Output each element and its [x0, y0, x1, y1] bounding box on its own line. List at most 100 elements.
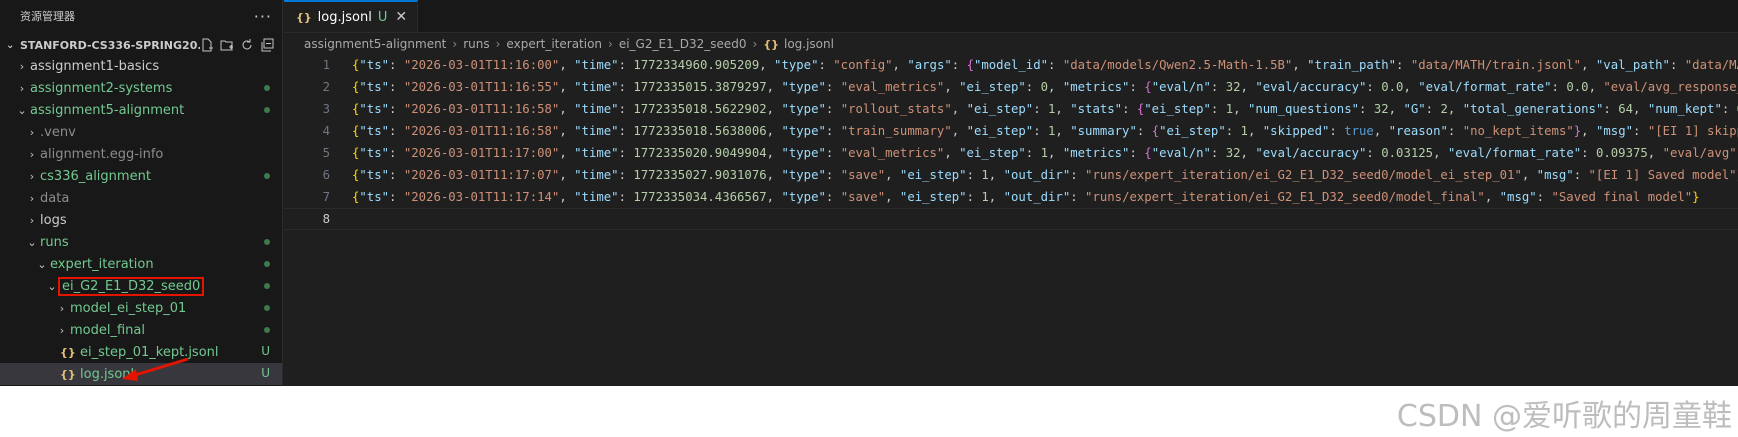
code-line[interactable]: 1 {"ts": "2026-03-01T11:16:00", "time": 1… — [284, 54, 1738, 76]
modified-dot-icon — [264, 85, 270, 91]
line-number: 5 — [322, 146, 330, 160]
tree-item[interactable]: ⌄ expert_iteration — [0, 253, 282, 275]
line-number: 6 — [322, 168, 330, 182]
code-line[interactable]: 4 {"ts": "2026-03-01T11:16:58", "time": 1… — [284, 120, 1738, 142]
watermark: CSDN @爱听歌的周童鞋 — [1396, 399, 1732, 434]
json-file-icon: {} — [60, 367, 76, 381]
close-icon[interactable]: ✕ — [395, 9, 407, 25]
chevron-down-icon: ⌄ — [17, 103, 27, 117]
json-file-icon: {} — [763, 37, 779, 51]
code-line[interactable]: 5 {"ts": "2026-03-01T11:17:00", "time": 1… — [284, 142, 1738, 164]
line-number: 1 — [322, 58, 330, 72]
modified-dot-icon — [264, 261, 270, 267]
file-tree: › assignment1-basics › assignment2-systems ⌄… — [0, 55, 282, 385]
code-editor[interactable]: 1 {"ts": "2026-03-01T11:16:00", "time": 1… — [284, 54, 1738, 230]
vscode-window: 资源管理器 ··· ⌄ STANFORD-CS336-SPRING20... ›… — [0, 0, 1738, 386]
workspace-root-name: STANFORD-CS336-SPRING20... — [20, 38, 200, 52]
new-folder-icon[interactable] — [220, 38, 234, 52]
tree-item-label: model_ei_step_01 — [70, 300, 187, 316]
json-file-icon: {} — [60, 345, 76, 359]
editor-area: {} log.jsonl U ✕ assignment5-alignment › r… — [284, 0, 1738, 386]
line-number: 3 — [322, 102, 330, 116]
tab-status-badge: U — [377, 9, 388, 25]
chevron-right-icon: › — [29, 191, 35, 205]
chevron-down-icon: ⌄ — [47, 279, 57, 293]
chevron-right-icon: › — [59, 323, 65, 337]
modified-dot-icon — [264, 305, 270, 311]
code-text: {"ts": "2026-03-01T11:16:58", "time": 17… — [352, 102, 1738, 116]
breadcrumb-item[interactable]: expert_iteration — [506, 37, 602, 51]
tree-item-label: cs336_alignment — [40, 168, 151, 184]
chevron-right-icon: › — [752, 37, 758, 51]
line-number: 2 — [322, 80, 330, 94]
tab-label: log.jsonl — [317, 9, 372, 25]
more-actions-icon[interactable]: ··· — [254, 7, 272, 26]
tree-item[interactable]: ⌄ ei_G2_E1_D32_seed0 — [0, 275, 282, 297]
tree-item[interactable]: › assignment2-systems — [0, 77, 282, 99]
tree-item-label: logs — [40, 212, 67, 228]
chevron-right-icon: › — [29, 147, 35, 161]
code-line[interactable]: 7 {"ts": "2026-03-01T11:17:14", "time": 1… — [284, 186, 1738, 208]
code-line[interactable]: 6 {"ts": "2026-03-01T11:17:07", "time": 1… — [284, 164, 1738, 186]
tree-item[interactable]: › data — [0, 187, 282, 209]
chevron-right-icon: › — [495, 37, 501, 51]
code-text: {"ts": "2026-03-01T11:16:00", "time": 17… — [352, 58, 1738, 72]
tree-item-label: data — [40, 190, 70, 206]
code-line[interactable]: 2 {"ts": "2026-03-01T11:16:55", "time": 1… — [284, 76, 1738, 98]
tree-item-label: alignment.egg-info — [40, 146, 164, 162]
chevron-right-icon: › — [29, 169, 35, 183]
modified-dot-icon — [264, 173, 270, 179]
chevron-right-icon: › — [608, 37, 613, 51]
code-text: {"ts": "2026-03-01T11:17:07", "time": 17… — [352, 168, 1738, 182]
modified-dot-icon — [264, 327, 270, 333]
tree-item[interactable]: › model_final — [0, 319, 282, 341]
breadcrumb-item[interactable]: log.jsonl — [784, 37, 834, 51]
chevron-down-icon: ⌄ — [27, 235, 37, 249]
tree-item[interactable]: › .venv — [0, 121, 282, 143]
tab-log-jsonl[interactable]: {} log.jsonl U ✕ — [284, 0, 419, 32]
modified-dot-icon — [264, 107, 270, 113]
tree-item-label: assignment5-alignment — [30, 102, 185, 118]
json-file-icon: {} — [296, 10, 312, 24]
new-file-icon[interactable] — [200, 38, 214, 52]
tree-item[interactable]: › model_ei_step_01 — [0, 297, 282, 319]
code-line[interactable]: 8 — [284, 208, 1738, 230]
untracked-badge: U — [261, 366, 270, 380]
tree-item-label: expert_iteration — [50, 256, 154, 272]
tree-item[interactable]: ⌄ assignment5-alignment — [0, 99, 282, 121]
chevron-down-icon: ⌄ — [37, 257, 47, 271]
tree-item-label: model_final — [70, 322, 145, 338]
breadcrumb: assignment5-alignment › runs › expert_iterat… — [284, 33, 1738, 55]
tree-item[interactable]: › assignment1-basics — [0, 55, 282, 77]
code-line[interactable]: 3 {"ts": "2026-03-01T11:16:58", "time": 1… — [284, 98, 1738, 120]
chevron-right-icon: › — [59, 301, 65, 315]
refresh-icon[interactable] — [240, 38, 254, 52]
tree-item[interactable]: › logs — [0, 209, 282, 231]
line-number: 8 — [322, 212, 330, 226]
chevron-right-icon: › — [19, 81, 25, 95]
explorer-actions — [200, 38, 282, 52]
workspace-root[interactable]: ⌄ STANFORD-CS336-SPRING20... — [0, 34, 282, 56]
tree-item-label: assignment2-systems — [30, 80, 173, 96]
breadcrumb-item[interactable]: runs — [463, 37, 489, 51]
tree-item[interactable]: › cs336_alignment — [0, 165, 282, 187]
line-number: 4 — [322, 124, 330, 138]
chevron-right-icon: › — [452, 37, 458, 51]
breadcrumb-item[interactable]: ei_G2_E1_D32_seed0 — [619, 37, 747, 51]
explorer-header: 资源管理器 ··· — [0, 0, 282, 32]
chevron-right-icon: › — [19, 59, 25, 73]
chevron-right-icon: › — [29, 125, 35, 139]
breadcrumb-item[interactable]: assignment5-alignment — [304, 37, 446, 51]
code-text: {"ts": "2026-03-01T11:16:55", "time": 17… — [352, 80, 1738, 94]
chevron-right-icon: › — [29, 213, 35, 227]
modified-dot-icon — [264, 283, 270, 289]
explorer-title: 资源管理器 — [20, 10, 75, 23]
collapse-all-icon[interactable] — [260, 38, 274, 52]
tree-item-label: .venv — [40, 124, 76, 140]
code-text: {"ts": "2026-03-01T11:17:00", "time": 17… — [352, 146, 1737, 160]
tree-item-label: assignment1-basics — [30, 58, 160, 74]
tree-item[interactable]: › alignment.egg-info — [0, 143, 282, 165]
code-text: {"ts": "2026-03-01T11:16:58", "time": 17… — [352, 124, 1738, 138]
code-text: {"ts": "2026-03-01T11:17:14", "time": 17… — [352, 190, 1700, 204]
tree-item[interactable]: ⌄ runs — [0, 231, 282, 253]
